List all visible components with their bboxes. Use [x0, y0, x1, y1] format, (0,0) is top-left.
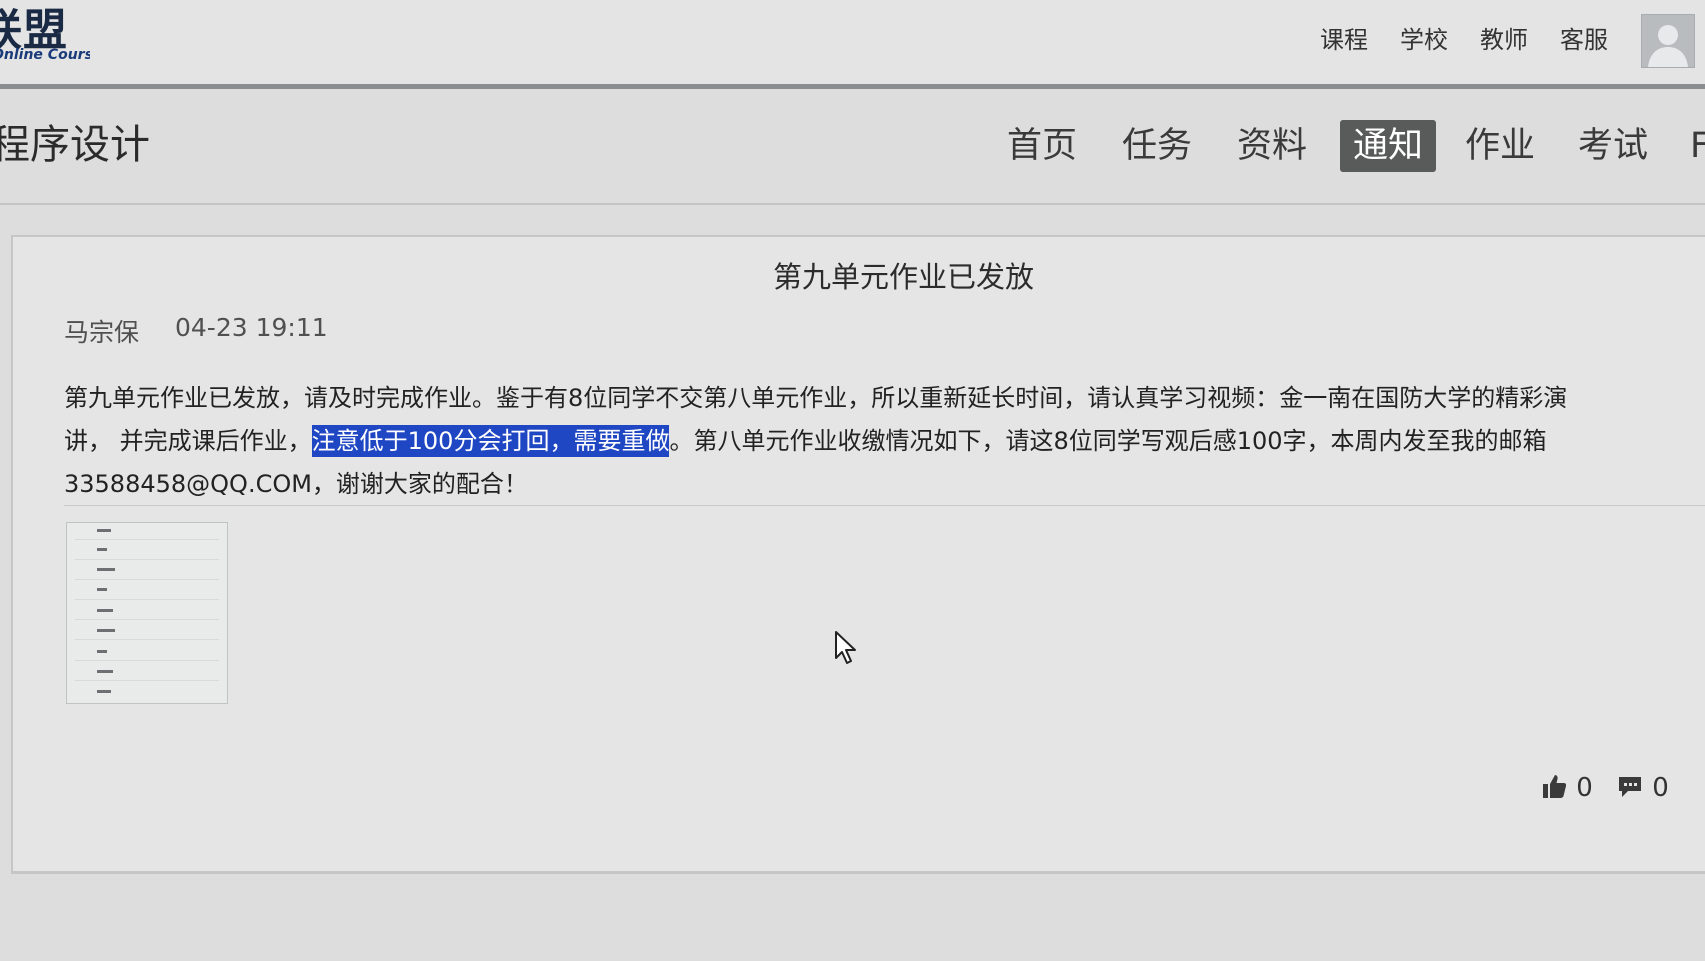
thumbnail-grid-line [75, 619, 219, 620]
tab-home[interactable]: 首页 [1002, 120, 1082, 172]
tab-tasks[interactable]: 任务 [1117, 120, 1197, 172]
selected-text-highlight[interactable]: 注意低于100分会打回，需要重做 [311, 425, 670, 457]
notice-body-line-3: 33588458@QQ.COM，谢谢大家的配合！ [64, 470, 528, 498]
mouse-cursor-icon [834, 630, 860, 670]
thumbnail-grid-line [75, 559, 219, 560]
tab-materials[interactable]: 资料 [1232, 120, 1312, 172]
tab-homework[interactable]: 作业 [1460, 120, 1540, 172]
thumbnail-grid-line [75, 579, 219, 580]
thumbnail-grid-line [75, 539, 219, 540]
tab-more[interactable]: F [1690, 120, 1705, 172]
thumbnail-grid-line [75, 639, 219, 640]
comment-button[interactable]: 0 [1616, 772, 1669, 806]
thumbnail-text-row [97, 548, 107, 551]
thumbs-up-icon [1540, 773, 1576, 803]
tab-exams[interactable]: 考试 [1573, 120, 1653, 172]
notice-author: 马宗保 [64, 318, 140, 347]
attachment-image-thumbnail[interactable] [66, 522, 228, 704]
course-title: 程序设计 [0, 122, 150, 168]
thumbnail-grid-line [75, 660, 219, 661]
header-divider [0, 203, 1705, 205]
like-button[interactable]: 0 [1540, 772, 1593, 806]
topnav-teachers[interactable]: 教师 [1480, 20, 1528, 56]
user-avatar-icon[interactable] [1641, 14, 1695, 68]
thumbnail-grid-line [75, 599, 219, 600]
thumbnail-text-row [97, 609, 113, 612]
notice-time: 04-23 19:11 [175, 313, 328, 342]
thumbnail-text-row [97, 670, 113, 673]
comment-icon [1616, 773, 1652, 803]
thumbnail-text-row [97, 529, 111, 532]
content-divider [64, 505, 1705, 506]
logo-subtitle: Online Courses [0, 47, 90, 63]
top-bar: 联盟 Online Courses 课程 学校 教师 客服 [0, 0, 1705, 84]
comment-count: 0 [1652, 773, 1669, 803]
thumbnail-text-row [97, 690, 111, 693]
tab-notices[interactable]: 通知 [1340, 120, 1436, 172]
like-count: 0 [1576, 773, 1593, 803]
thumbnail-text-row [97, 650, 107, 653]
thumbnail-text-row [97, 588, 107, 591]
topnav-courses[interactable]: 课程 [1320, 20, 1368, 56]
notice-body-line-2: 讲， 并完成课后作业，注意低于100分会打回，需要重做。第八单元作业收缴情况如下… [64, 421, 1547, 457]
site-logo[interactable]: 联盟 Online Courses [0, 0, 90, 80]
topnav-support[interactable]: 客服 [1560, 20, 1608, 56]
thumbnail-grid-line [75, 680, 219, 681]
top-divider [0, 84, 1705, 89]
notice-body-text: 。第八单元作业收缴情况如下，请这8位同学写观后感100字，本周内发至我的邮箱 [669, 427, 1547, 455]
thumbnail-text-row [97, 629, 115, 632]
card-bottom-border [11, 872, 1705, 874]
notice-body-text: 讲， 并完成课后作业， [64, 427, 312, 455]
topnav-schools[interactable]: 学校 [1400, 20, 1448, 56]
notice-body-line-1: 第九单元作业已发放，请及时完成作业。鉴于有8位同学不交第八单元作业，所以重新延长… [64, 384, 1568, 412]
notice-title: 第九单元作业已发放 [773, 260, 1035, 294]
thumbnail-text-row [97, 568, 115, 571]
